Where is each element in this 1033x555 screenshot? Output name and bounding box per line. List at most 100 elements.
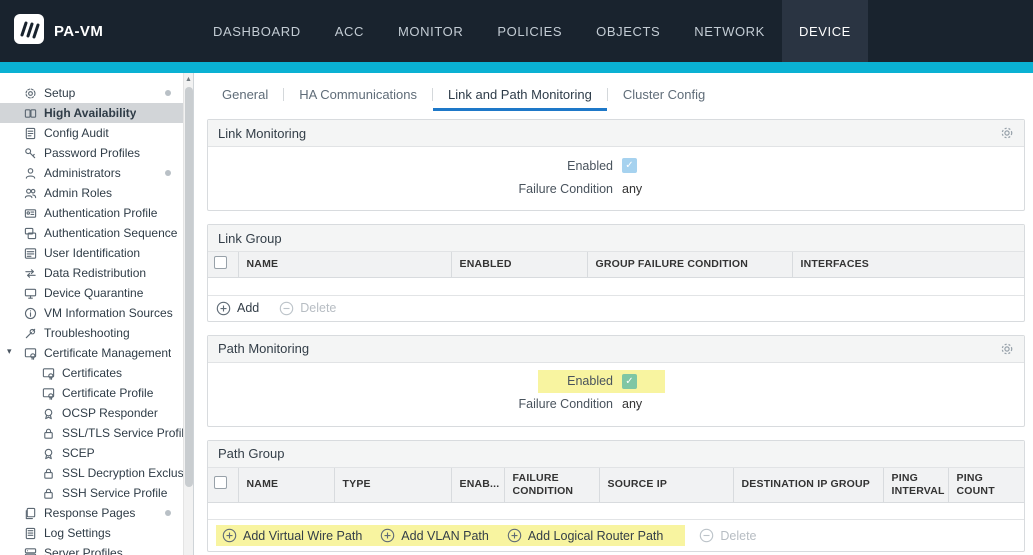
- sidebar-item-data-redistribution[interactable]: Data Redistribution: [0, 263, 183, 283]
- link-group-header: Link Group: [208, 225, 1024, 252]
- tab-ha-communications[interactable]: HA Communications: [284, 81, 432, 111]
- add-virtual-wire-path-button[interactable]: Add Virtual Wire Path: [222, 528, 362, 543]
- sidebar-item-label: Certificates: [62, 366, 122, 380]
- sidebar-item-vm-information-sources[interactable]: VM Information Sources: [0, 303, 183, 323]
- pages-icon: [24, 507, 38, 520]
- id-icon: [24, 207, 38, 220]
- seq-icon: [24, 227, 38, 240]
- path-group-actions: Add Virtual Wire Path Add VLAN Path Add Lo…: [208, 519, 1024, 551]
- nav-monitor[interactable]: MONITOR: [381, 0, 480, 62]
- sidebar-item-troubleshooting[interactable]: Troubleshooting: [0, 323, 183, 343]
- nav-dashboard[interactable]: DASHBOARD: [196, 0, 318, 62]
- sidebar-item-user-identification[interactable]: User Identification: [0, 243, 183, 263]
- tab-cluster-config[interactable]: Cluster Config: [608, 81, 720, 111]
- failure-condition-row: Failure Condition any: [208, 393, 1024, 416]
- select-all-checkbox[interactable]: [214, 476, 227, 489]
- sidebar-item-ssh-service-profile[interactable]: SSH Service Profile: [0, 483, 183, 503]
- path-group-panel: Path Group NAMETYPEENAB...FAILURE CONDIT…: [207, 440, 1025, 553]
- tab-general[interactable]: General: [207, 81, 283, 111]
- button-label: Add Logical Router Path: [528, 529, 664, 543]
- sidebar-item-ssl-tls-service-profile[interactable]: SSL/TLS Service Profile: [0, 423, 183, 443]
- add-button[interactable]: Add: [216, 301, 259, 316]
- scrollbar-thumb[interactable]: [185, 87, 193, 487]
- path-group-table: NAMETYPEENAB...FAILURE CONDITIONSOURCE I…: [208, 468, 1024, 520]
- failure-condition-value: any: [622, 397, 642, 411]
- person-icon: [24, 167, 38, 180]
- people-icon: [24, 187, 38, 200]
- sidebar-item-device-quarantine[interactable]: Device Quarantine: [0, 283, 183, 303]
- sidebar-item-scep[interactable]: SCEP: [0, 443, 183, 463]
- sidebar-item-server-profiles[interactable]: Server Profiles: [0, 543, 183, 555]
- tab-link-and-path-monitoring[interactable]: Link and Path Monitoring: [433, 81, 607, 111]
- sidebar-item-administrators[interactable]: Administrators: [0, 163, 183, 183]
- link-monitoring-header: Link Monitoring: [208, 120, 1024, 147]
- server-icon: [24, 547, 38, 555]
- sidebar-item-label: Device Quarantine: [44, 286, 143, 300]
- status-dot: [165, 510, 171, 516]
- chevron-down-icon[interactable]: ▾: [7, 346, 12, 357]
- sidebar-item-certificate-profile[interactable]: Certificate Profile: [0, 383, 183, 403]
- minus-circle-icon: [279, 301, 294, 316]
- sidebar-item-ssl-decryption-exclusion[interactable]: SSL Decryption Exclusion: [0, 463, 183, 483]
- sidebar-item-label: Certificate Management: [44, 346, 171, 360]
- list-icon: [24, 247, 38, 260]
- brand: PA-VM: [0, 0, 196, 62]
- sidebar-item-authentication-profile[interactable]: Authentication Profile: [0, 203, 183, 223]
- delete-button[interactable]: Delete: [699, 528, 756, 543]
- link-monitoring-enabled-checkbox[interactable]: ✓: [622, 158, 637, 173]
- add-logical-router-path-button[interactable]: Add Logical Router Path: [507, 528, 664, 543]
- sidebar-item-label: Authentication Sequence: [44, 226, 177, 240]
- sidebar-item-admin-roles[interactable]: Admin Roles: [0, 183, 183, 203]
- nav-acc[interactable]: ACC: [318, 0, 381, 62]
- gear-icon[interactable]: [1000, 342, 1014, 356]
- gear-icon[interactable]: [1000, 126, 1014, 140]
- content-area: Setup High Availability Config AuditPasswo…: [0, 73, 1033, 555]
- plus-circle-icon: [216, 301, 231, 316]
- sidebar-item-label: Certificate Profile: [62, 386, 153, 400]
- sidebar-item-label: Data Redistribution: [44, 266, 146, 280]
- sidebar-item-setup[interactable]: Setup: [0, 83, 183, 103]
- path-group-header: Path Group: [208, 441, 1024, 468]
- column-header-failure-condition: FAILURE CONDITION: [504, 468, 599, 503]
- info-icon: [24, 307, 38, 320]
- scroll-up-arrow-icon[interactable]: ▲: [184, 73, 193, 86]
- sidebar-scrollbar[interactable]: ▲: [183, 73, 193, 555]
- sidebar: Setup High Availability Config AuditPasswo…: [0, 73, 194, 555]
- sidebar-item-certificates[interactable]: Certificates: [0, 363, 183, 383]
- sidebar-item-ocsp-responder[interactable]: OCSP Responder: [0, 403, 183, 423]
- sidebar-item-label: Server Profiles: [44, 546, 123, 555]
- nav-network[interactable]: NETWORK: [677, 0, 782, 62]
- failure-condition-value: any: [622, 182, 642, 196]
- column-header-source-ip: SOURCE IP: [599, 468, 733, 503]
- add-path-buttons-highlight: Add Virtual Wire Path Add VLAN Path Add Lo…: [216, 525, 685, 546]
- select-all-checkbox[interactable]: [214, 256, 227, 269]
- panel-title: Path Monitoring: [218, 341, 309, 356]
- panel-title: Path Group: [218, 446, 285, 461]
- sidebar-item-label: High Availability: [44, 106, 136, 120]
- nav-policies[interactable]: POLICIES: [480, 0, 579, 62]
- nav-objects[interactable]: OBJECTS: [579, 0, 677, 62]
- failure-condition-label: Failure Condition: [208, 397, 613, 411]
- sidebar-item-log-settings[interactable]: Log Settings: [0, 523, 183, 543]
- panel-title: Link Group: [218, 231, 282, 246]
- sidebar-item-label: Response Pages: [44, 506, 135, 520]
- log-icon: [24, 527, 38, 540]
- sidebar-item-label: User Identification: [44, 246, 140, 260]
- delete-button[interactable]: Delete: [279, 301, 336, 316]
- sidebar-item-password-profiles[interactable]: Password Profiles: [0, 143, 183, 163]
- add-vlan-path-button[interactable]: Add VLAN Path: [380, 528, 489, 543]
- key-icon: [24, 147, 38, 160]
- sidebar-items: Setup High Availability Config AuditPasswo…: [0, 83, 183, 555]
- sidebar-item-response-pages[interactable]: Response Pages: [0, 503, 183, 523]
- sidebar-item-high-availability[interactable]: High Availability: [0, 103, 183, 123]
- sidebar-item-certificate-management[interactable]: ▾ Certificate Management: [0, 343, 183, 363]
- status-dot: [165, 170, 171, 176]
- path-monitoring-enabled-checkbox[interactable]: ✓: [622, 374, 637, 389]
- link-group-table: NAMEENABLEDGROUP FAILURE CONDITIONINTERF…: [208, 252, 1024, 295]
- sidebar-item-authentication-sequence[interactable]: Authentication Sequence: [0, 223, 183, 243]
- sidebar-item-label: Admin Roles: [44, 186, 112, 200]
- path-monitoring-header: Path Monitoring: [208, 336, 1024, 363]
- sidebar-item-config-audit[interactable]: Config Audit: [0, 123, 183, 143]
- main-content: GeneralHA CommunicationsLink and Path Mo…: [194, 73, 1033, 555]
- nav-device[interactable]: DEVICE: [782, 0, 868, 62]
